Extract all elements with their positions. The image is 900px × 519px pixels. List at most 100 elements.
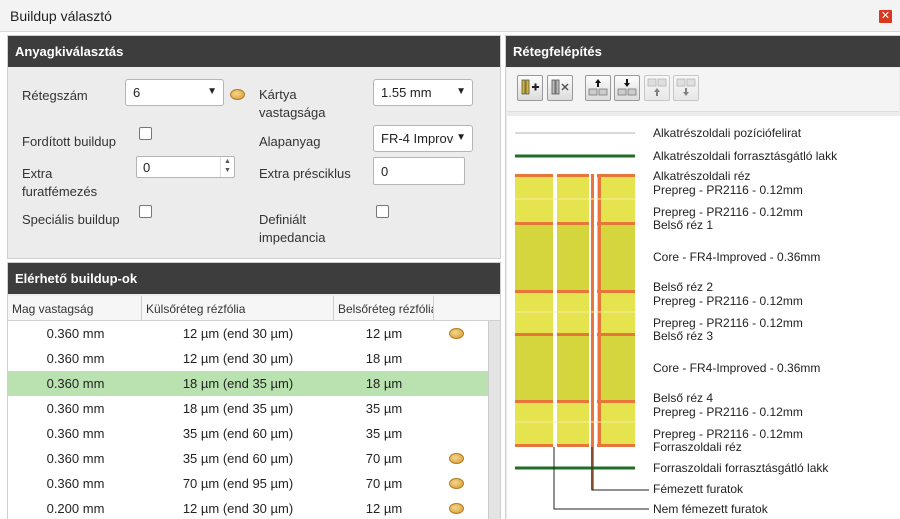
cell-outer-copper: 35 µm (end 60 µm)	[182, 426, 294, 441]
layer-count-label: Rétegszám	[22, 88, 88, 103]
layer-label-cu-top: Alkatrészoldali réz	[653, 169, 751, 183]
table-row[interactable]: 0.200 mm 12 µm (end 30 µm) 12 µm	[8, 496, 488, 519]
cell-outer-copper: 70 µm (end 95 µm)	[182, 476, 294, 491]
cell-inner-copper: 70 µm	[365, 476, 403, 491]
cell-outer-copper: 35 µm (end 60 µm)	[182, 451, 294, 466]
layer-label-pp5: Prepreg - PR2116 - 0.12mm	[653, 405, 803, 419]
layer-label-pp1: Prepreg - PR2116 - 0.12mm	[653, 183, 803, 197]
table-row[interactable]: 0.360 mm 35 µm (end 60 µm) 70 µm	[8, 446, 488, 471]
layer-count-select[interactable]: 6 ▼	[125, 79, 224, 106]
base-material-select[interactable]: FR-4 Improve ▼	[373, 125, 473, 152]
board-column-3	[597, 174, 635, 446]
cell-inner-copper: 35 µm	[365, 401, 403, 416]
layer-toolbar	[507, 68, 899, 112]
board-stack	[515, 174, 635, 490]
price-coin-icon	[449, 503, 464, 514]
special-buildup-label: Speciális buildup	[22, 212, 120, 227]
plated-via-wall-left	[591, 174, 594, 490]
layer-label-pp4: Prepreg - PR2116 - 0.12mm	[653, 316, 803, 330]
layer-label-in4: Belső réz 4	[653, 391, 714, 405]
cell-outer-copper: 18 µm (end 35 µm)	[182, 376, 294, 391]
column-header-inner-copper[interactable]: Belsőréteg rézfólia	[334, 296, 434, 321]
copper-in1	[515, 222, 635, 225]
core-2	[515, 334, 635, 401]
material-panel-title: Anyagkiválasztás	[8, 36, 500, 67]
move-down-icon[interactable]	[614, 75, 640, 101]
column-header-core[interactable]: Mag vastagság	[8, 296, 142, 321]
window-title: Buildup választó	[10, 8, 112, 24]
cell-core-thickness: 0.360 mm	[46, 351, 105, 366]
special-buildup-checkbox[interactable]	[139, 205, 152, 218]
close-icon[interactable]: ✕	[879, 10, 892, 23]
extra-plating-label-2: furatfémezés	[22, 184, 98, 199]
cell-core-thickness: 0.360 mm	[46, 376, 105, 391]
impedance-checkbox[interactable]	[376, 205, 389, 218]
cell-inner-copper: 70 µm	[365, 451, 403, 466]
cell-core-thickness: 0.360 mm	[46, 401, 105, 416]
reversed-buildup-label: Fordított buildup	[22, 134, 116, 149]
copper-in3	[515, 333, 635, 336]
cell-outer-copper: 12 µm (end 30 µm)	[182, 351, 294, 366]
chevron-down-icon: ▼	[207, 86, 217, 97]
layer-label-cu-bottom: Forraszoldali réz	[653, 440, 742, 454]
layer-label-pp3: Prepreg - PR2116 - 0.12mm	[653, 294, 803, 308]
extra-press-input[interactable]: 0	[373, 157, 465, 185]
buildups-panel: Elérhető buildup-ok Mag vastagság Külsőr…	[7, 262, 501, 519]
table-row[interactable]: 0.360 mm 18 µm (end 35 µm) 18 µm	[8, 371, 488, 396]
cell-outer-copper: 12 µm (end 30 µm)	[182, 501, 294, 516]
move-up-icon[interactable]	[585, 75, 611, 101]
layer-count-value: 6	[133, 85, 141, 100]
cell-core-thickness: 0.360 mm	[46, 451, 105, 466]
buildups-panel-title: Elérhető buildup-ok	[8, 263, 500, 294]
table-row[interactable]: 0.360 mm 12 µm (end 30 µm) 18 µm	[8, 346, 488, 371]
price-coin-icon	[449, 328, 464, 339]
board-thickness-select[interactable]: 1.55 mm ▼	[373, 79, 473, 106]
layer-label-core1: Core - FR4-Improved - 0.36mm	[653, 250, 821, 264]
layer-label-in3: Belső réz 3	[653, 329, 714, 343]
cell-inner-copper: 18 µm	[365, 351, 403, 366]
chevron-down-icon: ▼	[454, 132, 466, 143]
cell-inner-copper: 35 µm	[365, 426, 403, 441]
layer-label-mask-top: Alkatrészoldali forrasztásgátló lakk	[653, 149, 838, 163]
remove-layer-icon[interactable]	[547, 75, 573, 101]
add-layer-icon[interactable]	[517, 75, 543, 101]
board-thickness-label-1: Kártya	[259, 87, 297, 102]
board-column-1	[515, 174, 553, 446]
table-row[interactable]: 0.360 mm 35 µm (end 60 µm) 35 µm	[8, 421, 488, 446]
layer-label-in2: Belső réz 2	[653, 280, 714, 294]
cell-core-thickness: 0.360 mm	[46, 476, 105, 491]
layer-label-pp2: Prepreg - PR2116 - 0.12mm	[653, 205, 803, 219]
legend-plated-vias: Fémezett furatok	[653, 482, 744, 496]
extra-plating-input[interactable]: 0 ▲ ▼	[136, 156, 235, 178]
cell-inner-copper: 12 µm	[365, 501, 403, 516]
cell-outer-copper: 12 µm (end 30 µm)	[182, 326, 294, 341]
layer-label-mask-bottom: Forraszoldali forrasztásgátló lakk	[653, 461, 829, 475]
copper-in4	[515, 400, 635, 403]
base-material-value: FR-4 Improve	[381, 131, 461, 146]
table-row[interactable]: 0.360 mm 70 µm (end 95 µm) 70 µm	[8, 471, 488, 496]
cell-core-thickness: 0.200 mm	[46, 501, 105, 516]
board-thickness-value: 1.55 mm	[381, 85, 432, 100]
move-down-block-icon[interactable]	[673, 75, 699, 101]
extra-press-value: 0	[381, 164, 389, 179]
cell-inner-copper: 18 µm	[365, 376, 403, 391]
stepper-icon[interactable]: ▲ ▼	[220, 157, 234, 177]
cell-outer-copper: 18 µm (end 35 µm)	[182, 401, 294, 416]
layer-stack-diagram: Alkatrészoldali pozíciófelirat Alkatrész…	[507, 116, 900, 519]
layer-label-core2: Core - FR4-Improved - 0.36mm	[653, 361, 821, 375]
table-scrollbar[interactable]	[488, 321, 500, 519]
base-material-label: Alapanyag	[259, 134, 321, 149]
price-coin-icon	[449, 453, 464, 464]
extra-plating-value: 0	[143, 160, 151, 175]
price-coin-icon	[449, 478, 464, 489]
column-header-outer-copper[interactable]: Külsőréteg rézfólia	[142, 296, 334, 321]
move-up-block-icon[interactable]	[644, 75, 670, 101]
copper-top	[515, 174, 635, 177]
table-row[interactable]: 0.360 mm 12 µm (end 30 µm) 12 µm	[8, 321, 488, 346]
window-titlebar: Buildup választó ✕	[0, 0, 900, 32]
price-coin-icon	[230, 89, 245, 100]
table-row[interactable]: 0.360 mm 18 µm (end 35 µm) 35 µm	[8, 396, 488, 421]
plated-via-wall-right	[598, 174, 601, 447]
column-header-price	[434, 296, 500, 321]
reversed-buildup-checkbox[interactable]	[139, 127, 152, 140]
